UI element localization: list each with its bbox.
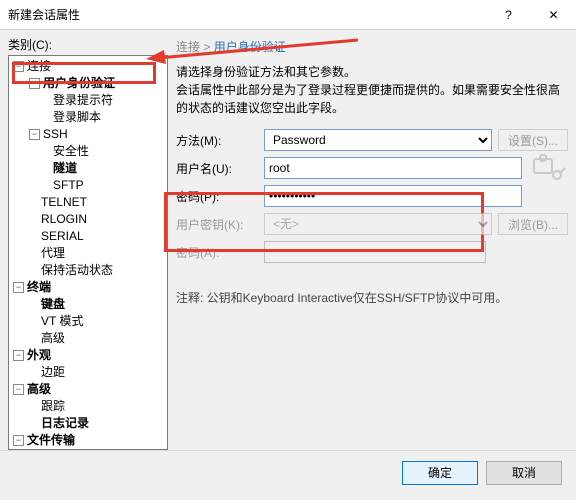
tree-node-label: X/YMODEM xyxy=(41,449,106,450)
row-passphrase: 密码(A): xyxy=(176,239,568,265)
cancel-button[interactable]: 取消 xyxy=(486,461,562,485)
close-button[interactable]: ✕ xyxy=(531,0,576,30)
tree-node[interactable]: −终端 xyxy=(9,279,167,296)
footer: 确定 取消 xyxy=(0,450,576,494)
tree-node-label: TELNET xyxy=(41,194,87,211)
right-column: 连接 > 用户身份验证 请选择身份验证方法和其它参数。 会话属性中此部分是为了登… xyxy=(168,36,568,450)
tree-node-label: 登录脚本 xyxy=(53,109,101,126)
breadcrumb-current: 用户身份验证 xyxy=(214,40,286,54)
row-userkey: 用户密钥(K): <无> 浏览(B)... xyxy=(176,211,568,237)
tree-node-label: SFTP xyxy=(53,177,84,194)
tree-node[interactable]: 代理 xyxy=(9,245,167,262)
password-label: 密码(P): xyxy=(176,188,264,205)
collapse-icon[interactable]: − xyxy=(13,350,24,361)
collapse-icon[interactable]: − xyxy=(29,78,40,89)
tree-node-label: 日志记录 xyxy=(41,415,89,432)
tree-node[interactable]: 高级 xyxy=(9,330,167,347)
collapse-icon[interactable]: − xyxy=(13,282,24,293)
tree-node[interactable]: RLOGIN xyxy=(9,211,167,228)
browse-button: 浏览(B)... xyxy=(498,213,568,235)
tree-node[interactable]: 安全性 xyxy=(9,143,167,160)
tree-node-label: 登录提示符 xyxy=(53,92,113,109)
breadcrumb: 连接 > 用户身份验证 xyxy=(176,36,568,59)
tree-node-label: 用户身份验证 xyxy=(43,75,115,92)
row-password: 密码(P): xyxy=(176,183,568,209)
tree-node[interactable]: 登录脚本 xyxy=(9,109,167,126)
settings-button[interactable]: 设置(S)... xyxy=(498,129,568,151)
tree-node[interactable]: 边距 xyxy=(9,364,167,381)
tree-node-label: 文件传输 xyxy=(27,432,75,449)
breadcrumb-sep: > xyxy=(203,40,210,54)
userkey-label: 用户密钥(K): xyxy=(176,216,264,233)
left-column: 类别(C): −连接−用户身份验证登录提示符登录脚本−SSH安全性隧道SFTPT… xyxy=(8,36,168,450)
tree-node-label: 高级 xyxy=(27,381,51,398)
tree-node[interactable]: VT 模式 xyxy=(9,313,167,330)
method-select[interactable]: Password xyxy=(264,129,492,151)
window-title: 新建会话属性 xyxy=(0,6,486,23)
tree-node[interactable]: SERIAL xyxy=(9,228,167,245)
description-line1: 请选择身份验证方法和其它参数。 xyxy=(176,63,568,81)
ok-button[interactable]: 确定 xyxy=(402,461,478,485)
category-label: 类别(C): xyxy=(8,36,168,53)
tree-node-label: VT 模式 xyxy=(41,313,83,330)
row-method: 方法(M): Password 设置(S)... xyxy=(176,127,568,153)
tree-node[interactable]: −SSH xyxy=(9,126,167,143)
tree-node-label: 连接 xyxy=(27,58,51,75)
tree-node-label: 保持活动状态 xyxy=(41,262,113,279)
tree-node[interactable]: −用户身份验证 xyxy=(9,75,167,92)
tree-node-label: 跟踪 xyxy=(41,398,65,415)
tree-node-label: RLOGIN xyxy=(41,211,87,228)
tree-node-label: 外观 xyxy=(27,347,51,364)
tree-node[interactable]: SFTP xyxy=(9,177,167,194)
tree-node-label: 安全性 xyxy=(53,143,89,160)
passphrase-label: 密码(A): xyxy=(176,244,264,261)
description: 请选择身份验证方法和其它参数。 会话属性中此部分是为了登录过程更便捷而提供的。如… xyxy=(176,63,568,117)
tree-node[interactable]: 键盘 xyxy=(9,296,167,313)
description-line2: 会话属性中此部分是为了登录过程更便捷而提供的。如果需要安全性很高的状态的话建议您… xyxy=(176,81,568,117)
tree-node[interactable]: 登录提示符 xyxy=(9,92,167,109)
tree-node[interactable]: −外观 xyxy=(9,347,167,364)
username-label: 用户名(U): xyxy=(176,160,264,177)
key-icon xyxy=(530,151,568,185)
tree-node-label: SSH xyxy=(43,126,68,143)
passphrase-input xyxy=(264,241,486,263)
tree-node[interactable]: TELNET xyxy=(9,194,167,211)
breadcrumb-parent: 连接 xyxy=(176,40,200,54)
tree-node-label: 键盘 xyxy=(41,296,65,313)
tree-node[interactable]: 跟踪 xyxy=(9,398,167,415)
tree-node[interactable]: −高级 xyxy=(9,381,167,398)
collapse-icon[interactable]: − xyxy=(13,384,24,395)
tree-node[interactable]: X/YMODEM xyxy=(9,449,167,450)
tree-node[interactable]: 保持活动状态 xyxy=(9,262,167,279)
password-input[interactable] xyxy=(264,185,522,207)
tree-node[interactable]: 日志记录 xyxy=(9,415,167,432)
tree-node[interactable]: 隧道 xyxy=(9,160,167,177)
titlebar: 新建会话属性 ? ✕ xyxy=(0,0,576,30)
row-username: 用户名(U): xyxy=(176,155,568,181)
collapse-icon[interactable]: − xyxy=(13,435,24,446)
help-button[interactable]: ? xyxy=(486,0,531,30)
content: 类别(C): −连接−用户身份验证登录提示符登录脚本−SSH安全性隧道SFTPT… xyxy=(0,30,576,450)
tree-node-label: 终端 xyxy=(27,279,51,296)
tree-node-label: 隧道 xyxy=(53,160,77,177)
tree-node-label: 高级 xyxy=(41,330,65,347)
userkey-select: <无> xyxy=(264,213,492,235)
tree-node[interactable]: −文件传输 xyxy=(9,432,167,449)
tree-node[interactable]: −连接 xyxy=(9,58,167,75)
username-input[interactable] xyxy=(264,157,522,179)
tree-node-label: 代理 xyxy=(41,245,65,262)
category-tree[interactable]: −连接−用户身份验证登录提示符登录脚本−SSH安全性隧道SFTPTELNETRL… xyxy=(8,55,168,450)
note-text: 注释: 公钥和Keyboard Interactive仅在SSH/SFTP协议中… xyxy=(176,289,568,306)
collapse-icon[interactable]: − xyxy=(13,61,24,72)
method-label: 方法(M): xyxy=(176,132,264,149)
tree-node-label: 边距 xyxy=(41,364,65,381)
collapse-icon[interactable]: − xyxy=(29,129,40,140)
tree-node-label: SERIAL xyxy=(41,228,84,245)
